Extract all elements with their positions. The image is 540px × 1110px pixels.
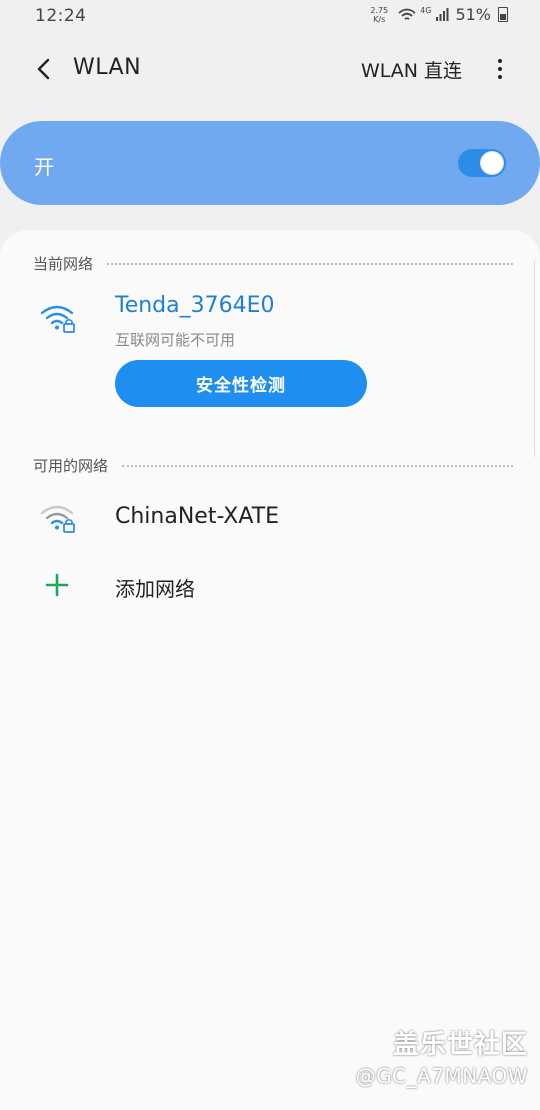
more-dot xyxy=(498,75,502,79)
network-name: ChinaNet-XATE xyxy=(115,504,280,529)
app-header: WLAN WLAN 直连 xyxy=(0,40,540,98)
more-dot xyxy=(498,67,502,71)
divider xyxy=(107,263,513,265)
current-network-status: 互联网可能不可用 xyxy=(115,331,236,349)
wifi-lock-icon xyxy=(40,305,75,333)
network-type: 4G xyxy=(420,6,432,15)
add-network-label: 添加网络 xyxy=(115,577,195,601)
plus-icon xyxy=(45,573,69,597)
current-network-name: Tenda_3764E0 xyxy=(115,293,275,318)
security-check-button[interactable]: 安全性检测 xyxy=(115,360,367,407)
wlan-switch[interactable] xyxy=(458,149,506,177)
add-network-row[interactable]: 添加网络 xyxy=(0,560,540,616)
watermark-brand: 盖乐世社区 xyxy=(392,1030,528,1060)
status-icons: 2.75 K/s 4G 51% xyxy=(370,5,508,24)
scrollbar[interactable] xyxy=(534,258,540,458)
wifi-status-icon xyxy=(398,8,416,20)
battery-percent: 51% xyxy=(455,5,491,24)
wlan-toggle-label: 开 xyxy=(34,155,54,179)
section-label: 当前网络 xyxy=(33,254,94,273)
network-item-chinanet[interactable]: ChinaNet-XATE xyxy=(0,492,540,548)
watermark-user: @GC_A7MNAOW xyxy=(355,1064,528,1088)
divider xyxy=(122,465,513,467)
current-network-header: 当前网络 xyxy=(33,252,513,274)
battery-icon xyxy=(498,7,508,22)
available-networks-header: 可用的网络 xyxy=(33,454,513,476)
chevron-left-icon xyxy=(37,58,50,80)
wifi-lock-icon xyxy=(40,505,75,533)
signal-icon xyxy=(436,7,449,21)
more-options-button[interactable] xyxy=(490,54,510,84)
network-list-card: 当前网络 Tenda_3764E0 互联网可能不可用 安全性检测 可用的网络 C… xyxy=(0,230,540,1110)
back-button[interactable] xyxy=(28,54,58,84)
wlan-toggle-bar[interactable]: 开 xyxy=(0,121,540,205)
status-bar: 12:24 2.75 K/s 4G 51% xyxy=(0,0,540,34)
more-dot xyxy=(498,59,502,63)
network-speed: 2.75 K/s xyxy=(370,5,389,24)
page-title: WLAN xyxy=(73,55,142,80)
status-time: 12:24 xyxy=(35,6,87,26)
switch-knob xyxy=(480,151,504,175)
wlan-direct-button[interactable]: WLAN 直连 xyxy=(361,56,462,83)
section-label: 可用的网络 xyxy=(33,456,109,475)
